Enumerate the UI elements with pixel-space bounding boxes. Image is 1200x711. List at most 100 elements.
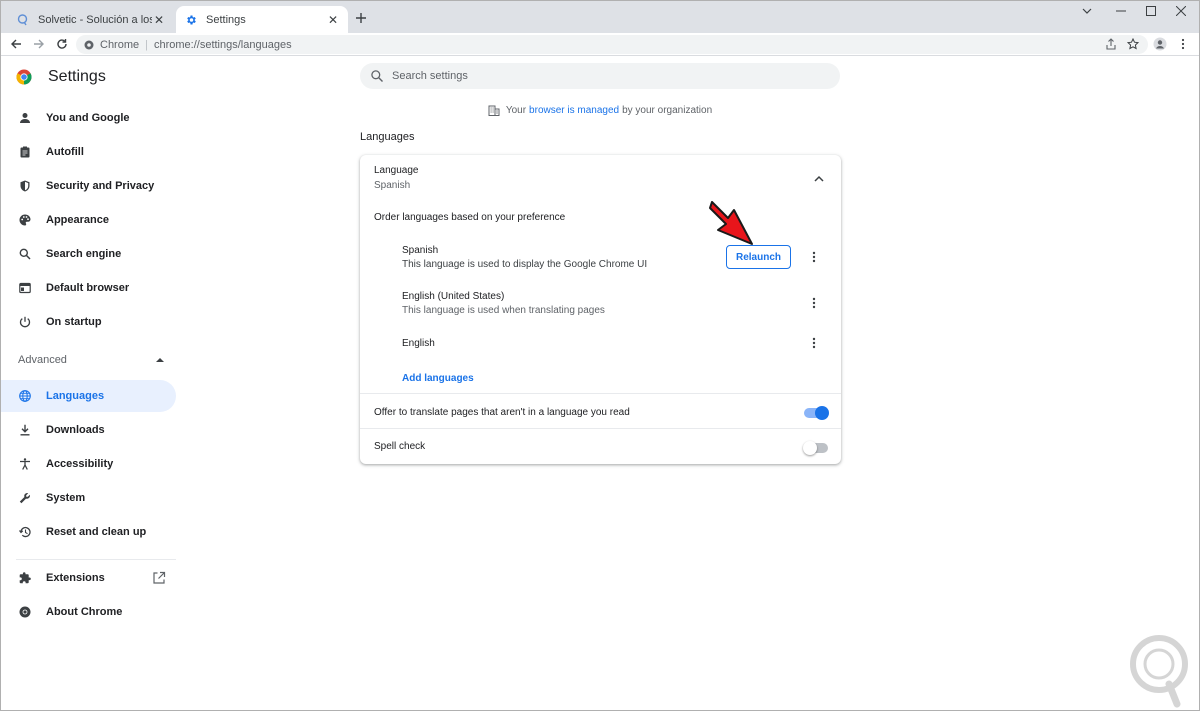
order-label: Order languages based on your preference xyxy=(374,212,566,223)
reload-button[interactable] xyxy=(53,35,71,53)
browser-icon xyxy=(18,281,32,295)
arrow-left-icon xyxy=(11,39,21,49)
bookmark-button[interactable] xyxy=(1124,35,1142,53)
address-bar[interactable]: Chrome | chrome://settings/languages xyxy=(76,35,1148,54)
tab-settings[interactable]: Settings ✕ xyxy=(176,6,348,33)
sidebar-item-about-chrome[interactable]: About Chrome xyxy=(0,596,176,628)
back-button[interactable] xyxy=(7,35,25,53)
new-tab-button[interactable] xyxy=(352,9,370,27)
plus-icon xyxy=(356,13,366,23)
restore-icon xyxy=(18,525,32,539)
puzzle-icon xyxy=(18,571,32,585)
sidebar-item-reset[interactable]: Reset and clean up xyxy=(0,516,176,548)
omnibox-chip: Chrome xyxy=(100,38,140,51)
sidebar-item-you-and-google[interactable]: You and Google xyxy=(0,102,176,134)
sidebar-item-security[interactable]: Security and Privacy xyxy=(0,170,176,202)
globe-icon xyxy=(18,389,32,403)
sidebar-item-label: On startup xyxy=(46,316,102,328)
sidebar-item-autofill[interactable]: Autofill xyxy=(0,136,176,168)
managed-suffix: by your organization xyxy=(622,104,713,116)
maximize-button[interactable] xyxy=(1134,0,1168,22)
sidebar-divider xyxy=(16,559,176,560)
sidebar-item-label: Downloads xyxy=(46,424,105,436)
sidebar-item-system[interactable]: System xyxy=(0,482,176,514)
translate-label: Offer to translate pages that aren't in … xyxy=(374,407,630,418)
sidebar-item-label: Extensions xyxy=(46,572,105,584)
red-arrow-annotation xyxy=(709,201,753,245)
clipboard-icon xyxy=(18,145,32,159)
solvetic-watermark-icon xyxy=(1130,635,1188,708)
section-title: Languages xyxy=(360,131,415,143)
profile-button[interactable] xyxy=(1151,35,1169,53)
minimize-button[interactable] xyxy=(1104,0,1138,22)
person-icon xyxy=(18,111,32,125)
reload-icon xyxy=(57,39,67,49)
browser-toolbar: Chrome | chrome://settings/languages xyxy=(0,33,1200,56)
gear-icon xyxy=(184,13,198,27)
languages-card: Language Spanish Order languages based o… xyxy=(360,155,841,464)
add-languages-button[interactable]: Add languages xyxy=(402,373,474,384)
tab-title: Solvetic - Solución a los problem xyxy=(38,13,152,26)
sidebar-item-accessibility[interactable]: Accessibility xyxy=(0,448,176,480)
sidebar-item-label: Autofill xyxy=(46,146,84,158)
menu-button[interactable] xyxy=(1174,35,1192,53)
maximize-icon xyxy=(1146,6,1156,16)
language-name: English xyxy=(402,338,435,349)
search-icon xyxy=(371,70,383,82)
search-settings-input[interactable]: Search settings xyxy=(360,63,840,89)
close-window-button[interactable] xyxy=(1164,0,1198,22)
download-icon xyxy=(18,423,32,437)
language-desc: This language is used when translating p… xyxy=(402,305,605,316)
language-label: Language xyxy=(374,165,419,176)
more-vert-icon xyxy=(1181,38,1185,50)
sidebar-item-on-startup[interactable]: On startup xyxy=(0,306,176,338)
sidebar-item-default-browser[interactable]: Default browser xyxy=(0,272,176,304)
spellcheck-label: Spell check xyxy=(374,441,426,452)
sidebar-item-label: Accessibility xyxy=(46,458,114,470)
arrow-right-icon xyxy=(34,39,44,49)
sidebar-item-extensions[interactable]: Extensions xyxy=(0,562,176,594)
sidebar-item-label: Languages xyxy=(46,390,105,402)
close-icon xyxy=(1176,6,1186,16)
close-icon[interactable]: ✕ xyxy=(152,13,166,27)
forward-button[interactable] xyxy=(30,35,48,53)
omnibox-separator: | xyxy=(145,38,148,51)
card-divider xyxy=(360,428,841,429)
building-icon xyxy=(488,105,500,116)
solvetic-icon xyxy=(16,13,30,27)
sidebar-item-label: Default browser xyxy=(46,282,130,294)
open-in-new-icon[interactable] xyxy=(152,571,166,585)
sidebar-item-languages[interactable]: Languages xyxy=(0,380,176,412)
sidebar-item-appearance[interactable]: Appearance xyxy=(0,204,176,236)
close-icon[interactable]: ✕ xyxy=(326,13,340,27)
card-divider xyxy=(360,393,841,394)
shield-icon xyxy=(18,179,32,193)
sidebar-item-downloads[interactable]: Downloads xyxy=(0,414,176,446)
more-vert-icon[interactable] xyxy=(807,250,821,264)
chevron-down-icon xyxy=(1082,8,1092,14)
share-icon xyxy=(1106,38,1116,50)
star-icon xyxy=(1127,38,1139,50)
tab-search-button[interactable] xyxy=(1070,0,1104,22)
managed-link[interactable]: browser is managed xyxy=(529,105,619,116)
chevron-up-icon[interactable] xyxy=(812,172,826,186)
sidebar-item-label: About Chrome xyxy=(46,606,123,618)
more-vert-icon[interactable] xyxy=(807,336,821,350)
managed-notice: Your browser is managed by your organiza… xyxy=(360,104,840,116)
settings-brand: Settings xyxy=(16,68,106,86)
tab-solvetic[interactable]: Solvetic - Solución a los problem ✕ xyxy=(8,6,174,33)
palette-icon xyxy=(18,213,32,227)
translate-toggle[interactable] xyxy=(804,406,829,420)
share-button[interactable] xyxy=(1102,35,1120,53)
accessibility-icon xyxy=(18,457,32,471)
advanced-toggle[interactable]: Advanced xyxy=(18,354,164,366)
sidebar-item-label: Reset and clean up xyxy=(46,526,147,538)
more-vert-icon[interactable] xyxy=(807,296,821,310)
language-name: English (United States) xyxy=(402,291,505,302)
spellcheck-toggle[interactable] xyxy=(803,441,828,455)
minimize-icon xyxy=(1116,10,1126,12)
language-name: Spanish xyxy=(402,245,439,256)
sidebar-item-label: Appearance xyxy=(46,214,109,226)
search-placeholder: Search settings xyxy=(392,70,468,82)
sidebar-item-search-engine[interactable]: Search engine xyxy=(0,238,176,270)
